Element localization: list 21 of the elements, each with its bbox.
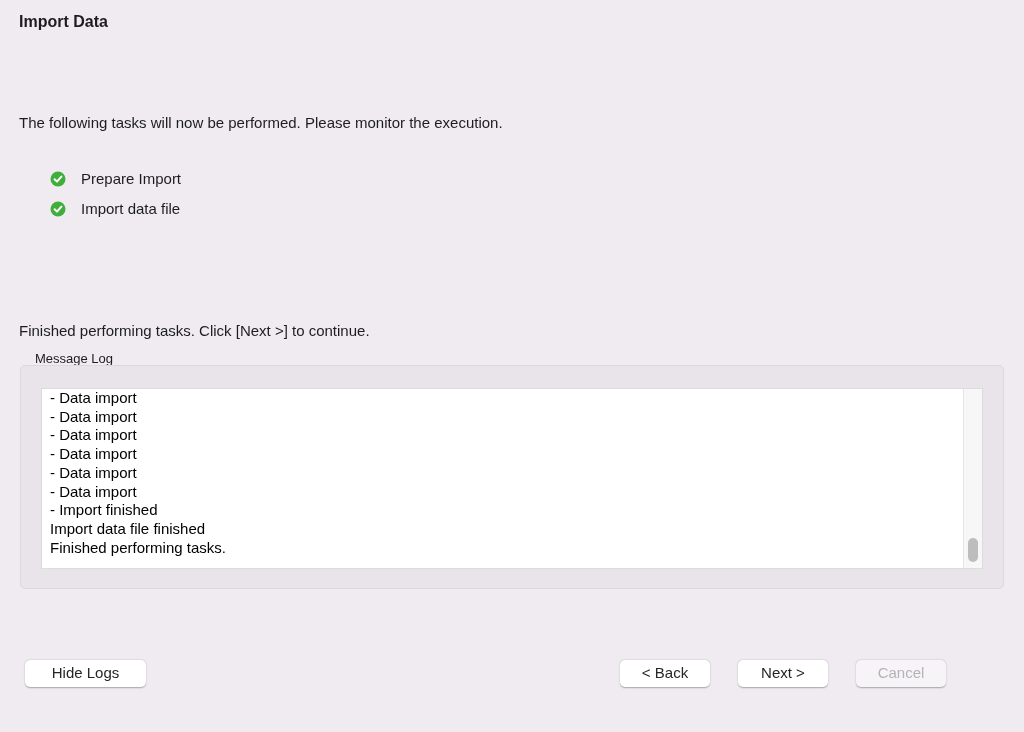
scrollbar[interactable] — [963, 389, 982, 568]
log-line: - Data import — [50, 426, 138, 446]
status-text: Finished performing tasks. Click [Next >] to continue. — [19, 322, 370, 339]
log-line: - Data import — [50, 463, 138, 483]
log-line: - Data import — [50, 389, 138, 408]
dialog-button[interactable]: < Back — [620, 660, 710, 687]
log-line: Import data file finished — [50, 519, 207, 539]
log-line: - Data import — [50, 482, 138, 502]
log-line: - Data import — [50, 445, 138, 464]
group-label: Message Log — [35, 351, 114, 366]
log-line: - Import finished — [50, 501, 159, 520]
dialog-button[interactable]: Hide Logs — [25, 660, 146, 687]
task-label: Prepare Import — [81, 168, 182, 189]
task-label: Import data file — [81, 198, 181, 219]
log-text-area[interactable]: - Data import - Data import - Data import - Data import - Data import - Data import - Import finished Import data file finished Finished performing tasks. — [41, 388, 983, 569]
intro-text: The following tasks will now be performed. Please monitor the execution. — [19, 114, 503, 131]
dialog-button[interactable]: Next > — [738, 660, 828, 687]
log-line: Finished performing tasks. — [50, 538, 227, 558]
scrollbar-thumb[interactable] — [968, 538, 978, 562]
page-title: Import Data — [19, 13, 108, 30]
log-line: - Data import — [50, 407, 138, 427]
